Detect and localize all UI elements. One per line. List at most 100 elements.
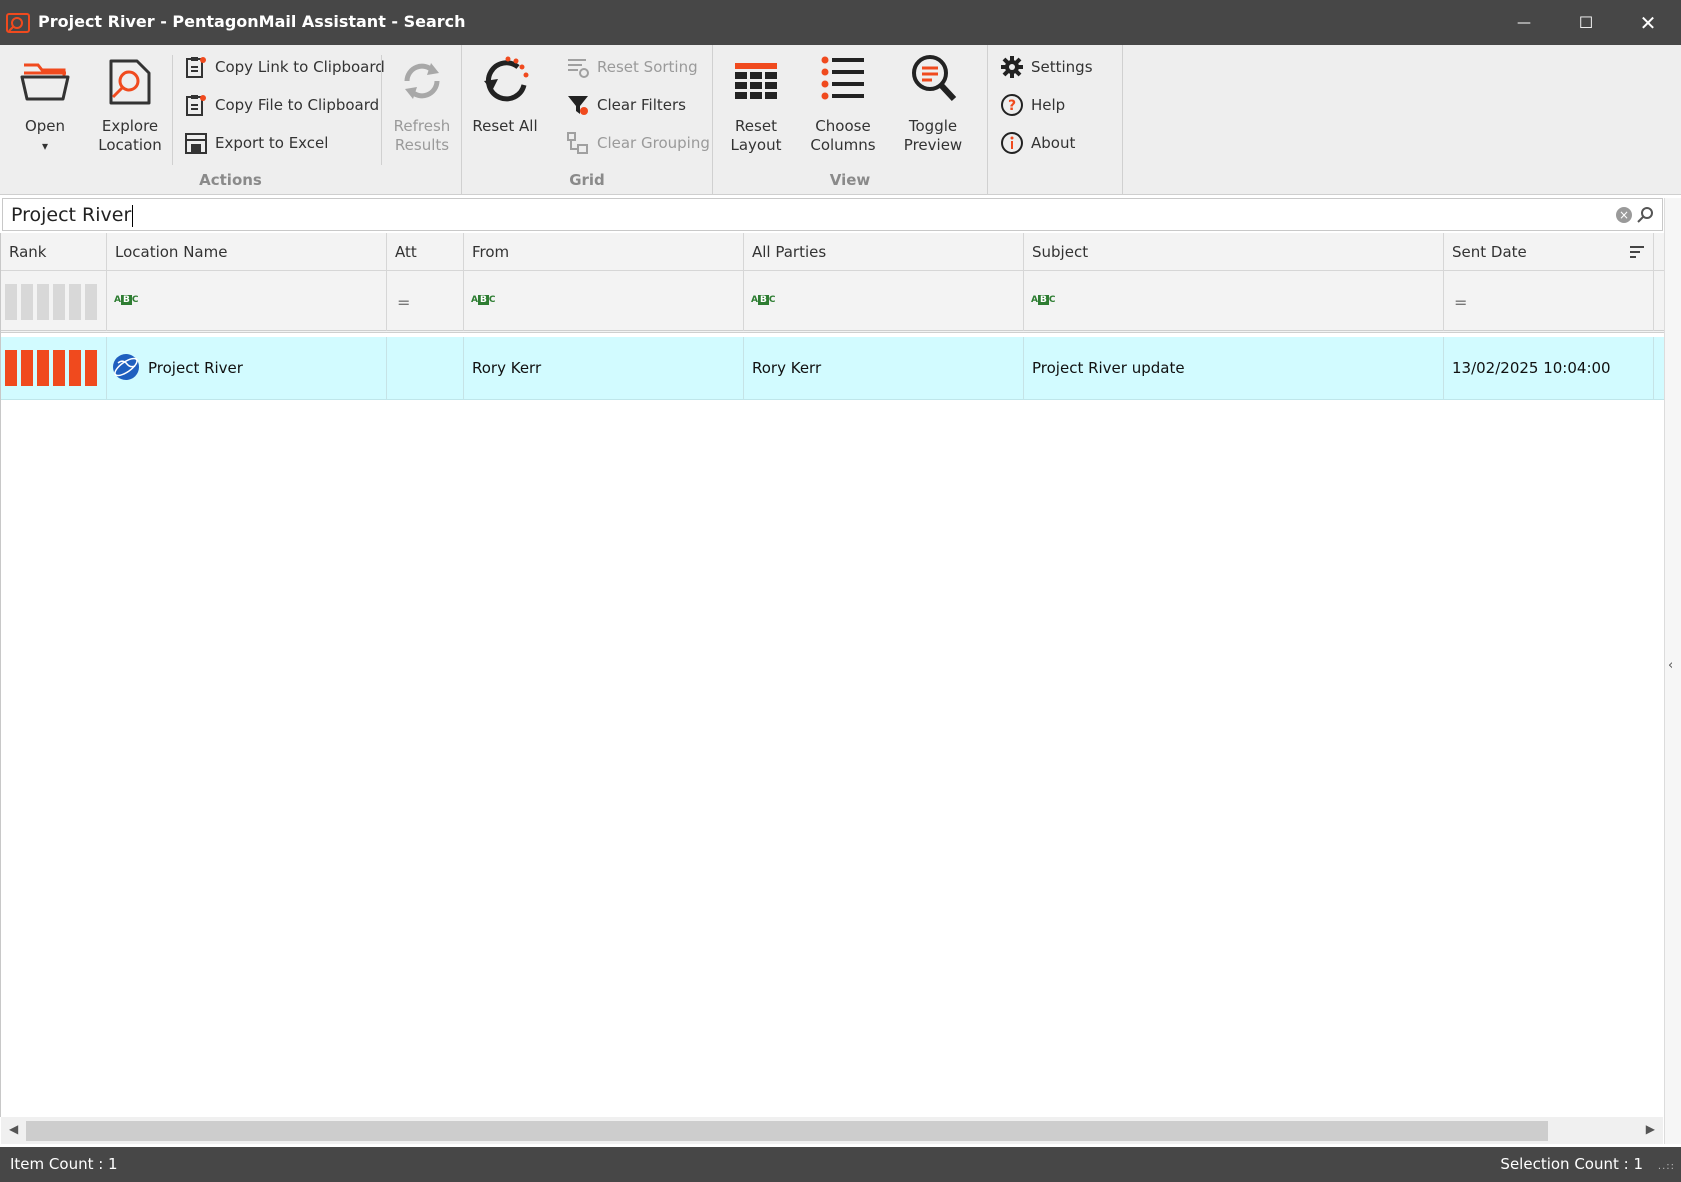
- resize-grip-icon[interactable]: ..::: [1658, 1161, 1675, 1172]
- text-filter-icon: ABC: [471, 295, 495, 305]
- ribbon-divider: [381, 55, 382, 165]
- clear-filters-label: Clear Filters: [597, 96, 686, 114]
- scroll-right-icon[interactable]: ▶: [1646, 1122, 1655, 1136]
- ribbon-group-misc: Settings ? Help About: [988, 45, 1123, 195]
- ribbon-group-view: Reset Layout Choose Columns Toggle Previ…: [713, 45, 988, 195]
- folder-open-icon: [20, 63, 70, 101]
- clear-grouping-button[interactable]: Clear Grouping: [566, 128, 710, 158]
- minimize-icon: —: [1517, 14, 1531, 31]
- ribbon-group-actions: Open ▾ Explore Location Copy Link to Cli…: [0, 45, 462, 195]
- column-header-att[interactable]: Att: [387, 233, 464, 271]
- close-button[interactable]: ✕: [1618, 0, 1678, 45]
- toggle-preview-label-2: Preview: [903, 136, 963, 154]
- text-filter-letter: B: [477, 295, 489, 305]
- text-filter-icon: ABC: [1031, 295, 1055, 305]
- preview-collapse-strip[interactable]: ‹: [1664, 198, 1681, 1144]
- text-filter-letter: B: [757, 295, 769, 305]
- help-icon: ?: [1001, 94, 1023, 116]
- choose-columns-label-1: Choose: [815, 117, 871, 135]
- clipboard-file-icon: [186, 95, 206, 116]
- location-name-text: Project River: [148, 359, 243, 377]
- group-label-view: View: [829, 171, 871, 189]
- refresh-label-1: Refresh: [393, 117, 451, 135]
- open-button[interactable]: Open ▾: [14, 51, 76, 156]
- toggle-preview-button[interactable]: Toggle Preview: [897, 51, 969, 155]
- selection-count: Selection Count : 1: [1500, 1155, 1643, 1173]
- column-header-location-name[interactable]: Location Name: [107, 233, 387, 271]
- text-filter-letter: B: [1037, 295, 1049, 305]
- subject-cell: Project River update: [1024, 337, 1444, 399]
- search-input[interactable]: Project River ×: [2, 198, 1663, 231]
- copy-link-label: Copy Link to Clipboard: [215, 58, 385, 76]
- about-button[interactable]: About: [1000, 128, 1075, 158]
- clear-filters-button[interactable]: Clear Filters: [566, 90, 686, 120]
- filter-row: ABC = ABC ABC ABC =: [1, 271, 1664, 333]
- text-filter-letter: A: [1031, 295, 1038, 305]
- filter-cell-att[interactable]: =: [387, 271, 464, 331]
- maximize-icon: ☐: [1578, 13, 1594, 32]
- export-excel-label: Export to Excel: [215, 134, 329, 152]
- minimize-button[interactable]: —: [1494, 0, 1554, 45]
- copy-file-button[interactable]: Copy File to Clipboard: [184, 90, 379, 120]
- filter-cell-location-name[interactable]: ABC: [107, 271, 387, 331]
- grid-header: Rank Location Name Att From All Parties …: [1, 233, 1664, 271]
- search-value: Project River: [11, 204, 132, 226]
- explore-location-button[interactable]: Explore Location: [92, 51, 168, 155]
- rank-bars: [5, 350, 97, 386]
- reset-all-button[interactable]: Reset All: [472, 51, 538, 136]
- att-cell: [387, 337, 464, 399]
- column-header-sent-date[interactable]: Sent Date: [1444, 233, 1654, 271]
- explore-label-1: Explore: [101, 117, 159, 135]
- filter-cell-sent-date[interactable]: =: [1444, 271, 1654, 331]
- window-title: Project River - PentagonMail Assistant -…: [38, 12, 466, 31]
- choose-columns-button[interactable]: Choose Columns: [805, 51, 881, 155]
- equals-filter-icon: =: [397, 293, 411, 312]
- search-icon[interactable]: [1636, 205, 1656, 225]
- horizontal-scrollbar[interactable]: ◀ ▶: [1, 1117, 1663, 1144]
- about-label: About: [1031, 134, 1076, 152]
- help-button[interactable]: ? Help: [1000, 90, 1065, 120]
- choose-columns-label-2: Columns: [810, 136, 876, 154]
- title-bar: Project River - PentagonMail Assistant -…: [0, 0, 1681, 45]
- scroll-left-icon[interactable]: ◀: [9, 1122, 18, 1136]
- results-grid: Rank Location Name Att From All Parties …: [0, 233, 1664, 1117]
- column-header-rank[interactable]: Rank: [1, 233, 107, 271]
- filter-cell-all-parties[interactable]: ABC: [744, 271, 1024, 331]
- reset-layout-button[interactable]: Reset Layout: [723, 51, 789, 155]
- sort-menu-icon[interactable]: [1629, 244, 1645, 260]
- copy-link-button[interactable]: Copy Link to Clipboard: [184, 52, 385, 82]
- text-filter-letter: C: [1048, 295, 1056, 305]
- filter-cell-from[interactable]: ABC: [464, 271, 744, 331]
- refresh-label-2: Results: [394, 136, 450, 154]
- table-row[interactable]: Project River Rory Kerr Rory Kerr Projec…: [1, 337, 1664, 400]
- filter-cell-rank[interactable]: [1, 271, 107, 331]
- explore-location-icon: [109, 59, 151, 105]
- group-label-grid: Grid: [569, 171, 605, 189]
- text-filter-letter: B: [120, 295, 132, 305]
- explore-label-2: Location: [98, 136, 162, 154]
- column-header-subject[interactable]: Subject: [1024, 233, 1444, 271]
- export-excel-button[interactable]: Export to Excel: [184, 128, 328, 158]
- scrollbar-thumb[interactable]: [26, 1121, 1548, 1141]
- info-icon: [1001, 132, 1023, 154]
- toggle-preview-label-1: Toggle: [908, 117, 958, 135]
- filter-cell-subject[interactable]: ABC: [1024, 271, 1444, 331]
- help-label: Help: [1031, 96, 1066, 114]
- chevron-left-icon[interactable]: ‹: [1668, 658, 1673, 673]
- refresh-results-button[interactable]: Refresh Results: [388, 51, 456, 155]
- column-header-from[interactable]: From: [464, 233, 744, 271]
- column-header-all-parties[interactable]: All Parties: [744, 233, 1024, 271]
- grouping-clear-icon: [567, 132, 588, 154]
- maximize-button[interactable]: ☐: [1556, 0, 1616, 45]
- text-filter-letter: C: [131, 295, 139, 305]
- settings-label: Settings: [1031, 58, 1093, 76]
- reset-sorting-label: Reset Sorting: [597, 58, 698, 76]
- all-parties-cell: Rory Kerr: [744, 337, 1024, 399]
- text-filter-icon: ABC: [751, 295, 775, 305]
- app-logo-icon: [6, 13, 30, 33]
- reset-sorting-button[interactable]: Reset Sorting: [566, 52, 698, 82]
- clear-search-icon[interactable]: ×: [1616, 207, 1632, 223]
- settings-button[interactable]: Settings: [1000, 52, 1093, 82]
- clear-grouping-label: Clear Grouping: [597, 134, 710, 152]
- reset-all-label: Reset All: [472, 117, 538, 135]
